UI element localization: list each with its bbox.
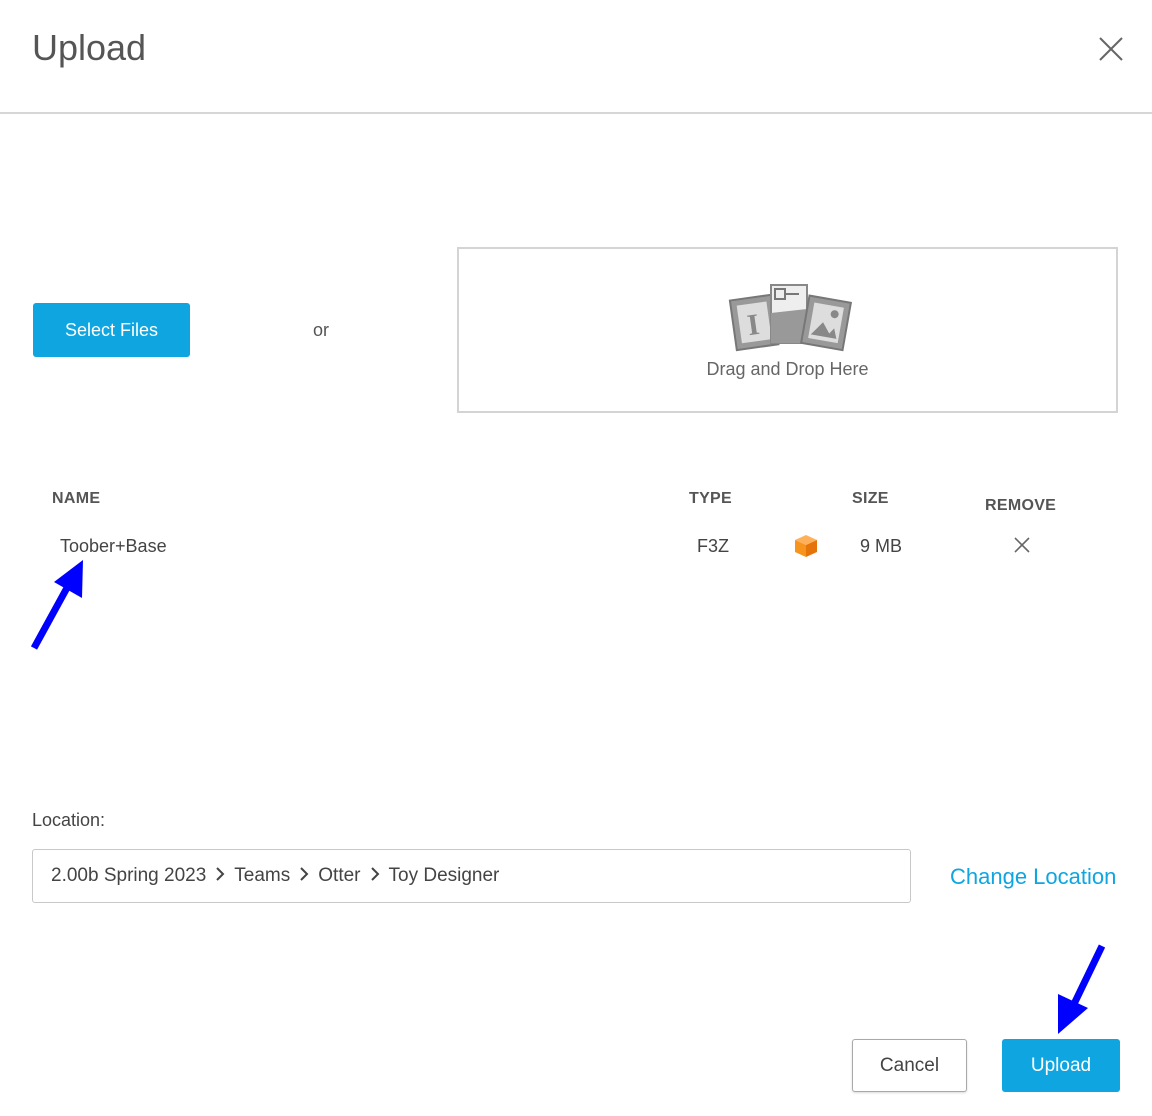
column-header-remove: REMOVE bbox=[985, 497, 1057, 514]
file-size: 9 MB bbox=[860, 536, 903, 556]
column-header-type: TYPE bbox=[689, 490, 732, 507]
breadcrumb-item: Toy Designer bbox=[388, 865, 500, 886]
close-icon bbox=[1099, 37, 1123, 61]
close-dialog-button[interactable] bbox=[1094, 32, 1128, 66]
or-label: or bbox=[313, 320, 330, 340]
files-illustration-icon: I bbox=[728, 284, 853, 352]
breadcrumb-item: Teams bbox=[234, 865, 291, 886]
header-divider bbox=[0, 112, 1152, 114]
close-icon bbox=[1014, 537, 1030, 553]
file-type: F3Z bbox=[697, 536, 730, 556]
orange-cube-icon bbox=[795, 535, 817, 557]
dropzone-label: Drag and Drop Here bbox=[706, 359, 869, 379]
select-files-button[interactable]: Select Files bbox=[33, 303, 190, 357]
chevron-right-icon bbox=[299, 865, 309, 887]
breadcrumb-item: Otter bbox=[318, 865, 361, 886]
annotation-arrow-icon bbox=[30, 560, 83, 650]
location-path-field: 2.00b Spring 2023 Teams Otter Toy Design… bbox=[32, 849, 911, 903]
location-label: Location: bbox=[32, 810, 106, 830]
chevron-right-icon bbox=[215, 865, 225, 887]
file-name: Toober+Base bbox=[60, 536, 167, 556]
remove-file-button[interactable] bbox=[1011, 534, 1033, 556]
column-header-size: SIZE bbox=[852, 490, 889, 507]
upload-button[interactable]: Upload bbox=[1002, 1039, 1120, 1092]
change-location-link[interactable]: Change Location bbox=[950, 864, 1116, 890]
drag-drop-zone[interactable]: I Drag and Drop Here bbox=[457, 247, 1118, 413]
annotation-arrow-icon bbox=[1058, 944, 1106, 1034]
column-header-name: NAME bbox=[52, 490, 101, 507]
cancel-button[interactable]: Cancel bbox=[852, 1039, 967, 1092]
breadcrumb-item: 2.00b Spring 2023 bbox=[51, 865, 207, 886]
chevron-right-icon bbox=[370, 865, 380, 887]
dialog-title: Upload bbox=[32, 27, 147, 68]
